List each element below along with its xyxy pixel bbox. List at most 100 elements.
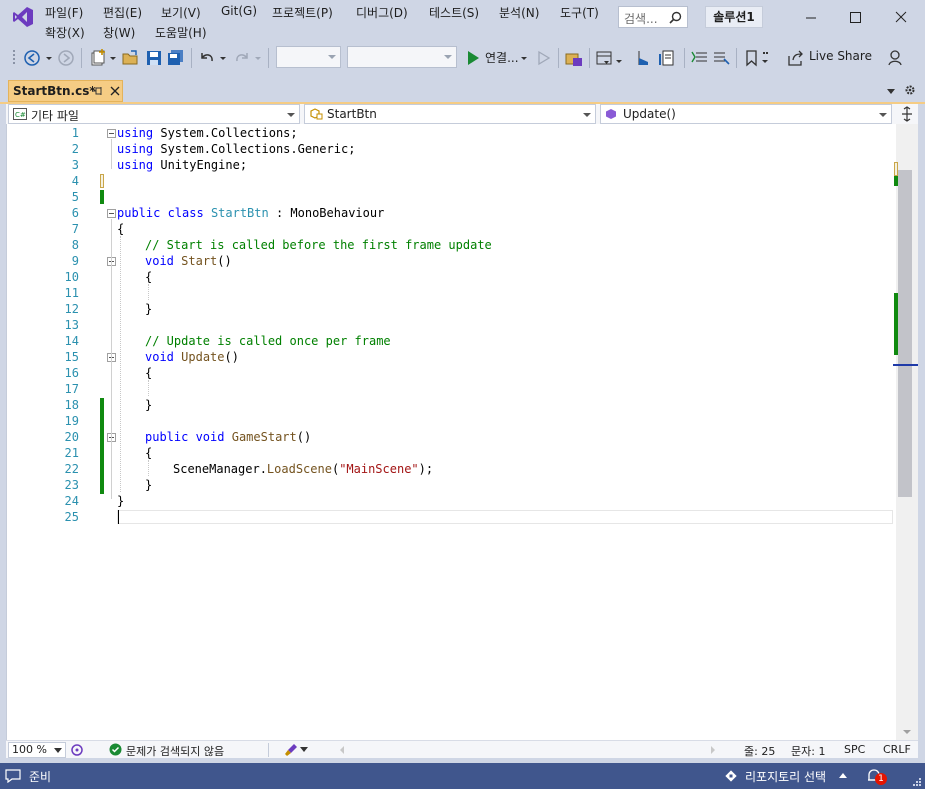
save-icon[interactable] [144, 48, 164, 68]
menu-debug[interactable]: 디버그(D) [356, 4, 408, 21]
run-button-label[interactable]: 연결... [485, 49, 519, 66]
line-number: 25 [64, 510, 79, 524]
line-number: 20 [64, 430, 79, 444]
status-bar: 준비 리포지토리 선택 1 [0, 763, 925, 789]
code-editor[interactable]: 1 2 3 4 5 6 7 8 9 10 11 12 13 14 15 16 1… [6, 124, 896, 740]
menu-test[interactable]: 테스트(S) [429, 4, 479, 21]
bookmark-icon[interactable] [742, 48, 762, 68]
comment-out-icon[interactable] [690, 48, 710, 68]
text-caret [118, 510, 119, 524]
whitespace-indicator[interactable]: SPC [844, 743, 865, 756]
live-share-label[interactable]: Live Share [809, 49, 872, 63]
maximize-button[interactable] [835, 4, 875, 30]
toolbar-overflow-icon[interactable] [760, 48, 770, 68]
line-number: 24 [64, 494, 79, 508]
undo-icon[interactable] [197, 48, 217, 68]
run-dropdown-icon[interactable] [519, 48, 529, 68]
code-cleanup-brush-icon[interactable] [284, 743, 298, 757]
platform-combo[interactable] [347, 46, 457, 68]
issues-status[interactable]: 문제가 검색되지 않음 [126, 743, 224, 759]
scrollbar-thumb[interactable] [898, 170, 912, 497]
line-number: 15 [64, 350, 79, 364]
scroll-down-icon[interactable] [902, 728, 912, 736]
menu-tools[interactable]: 도구(T) [560, 4, 599, 21]
scroll-left-icon[interactable] [339, 745, 345, 755]
intellicode-icon[interactable] [70, 743, 84, 757]
current-line-highlight [117, 510, 893, 524]
menu-edit[interactable]: 편집(E) [103, 4, 142, 21]
line-indicator[interactable]: 줄: 25 [744, 743, 775, 759]
step-over-icon[interactable] [657, 48, 677, 68]
line-number: 6 [71, 206, 79, 220]
line-number: 22 [64, 462, 79, 476]
line-number: 23 [64, 478, 79, 492]
code-line-7: { [117, 222, 125, 236]
fold-toggle-icon[interactable] [107, 209, 116, 218]
code-line-8: // Start is called before the first fram… [145, 238, 492, 252]
toolbar: 연결... Live Share [0, 44, 925, 72]
csharp-file-icon: C# [13, 108, 27, 120]
feedback-icon[interactable] [886, 48, 906, 68]
navigate-forward-icon [56, 48, 76, 68]
zoom-value: 100 % [12, 743, 47, 756]
fold-toggle-icon[interactable] [107, 129, 116, 138]
step-into-icon[interactable] [634, 48, 654, 68]
git-branch-icon[interactable] [724, 769, 738, 783]
solution-name-badge: 솔루션1 [705, 6, 763, 28]
save-all-icon[interactable] [166, 48, 186, 68]
menu-file[interactable]: 파일(F) [45, 4, 83, 21]
editor-status-row: 100 % 문제가 검색되지 않음 줄: 25 문자: 1 SPC CRLF [6, 740, 918, 758]
scroll-right-icon[interactable] [710, 745, 716, 755]
split-window-icon[interactable] [896, 104, 918, 124]
settings-gear-icon[interactable] [904, 84, 916, 96]
back-dropdown-icon[interactable] [44, 48, 54, 68]
class-combo[interactable]: StartBtn [304, 104, 596, 124]
member-combo-value: Update() [623, 107, 676, 121]
code-line-16: { [145, 366, 153, 380]
live-share-icon[interactable] [786, 48, 806, 68]
menu-git[interactable]: Git(G) [221, 4, 257, 18]
repository-dropdown-icon[interactable] [839, 773, 847, 779]
tab-list-dropdown-icon[interactable] [886, 86, 896, 96]
menu-project[interactable]: 프로젝트(P) [272, 4, 333, 21]
title-bar: 파일(F) 편집(E) 보기(V) Git(G) 프로젝트(P) 디버그(D) … [0, 0, 925, 44]
open-file-icon[interactable] [121, 48, 141, 68]
project-combo[interactable]: C# 기타 파일 [8, 104, 300, 124]
search-input[interactable]: 검색... [618, 6, 688, 28]
undo-dropdown-icon[interactable] [218, 48, 228, 68]
start-run-icon[interactable] [463, 48, 483, 68]
menu-extensions[interactable]: 확장(X) [45, 24, 85, 41]
tab-startbtn-cs[interactable]: StartBtn.cs* [8, 80, 123, 102]
line-number: 8 [71, 238, 79, 252]
pin-icon[interactable] [91, 85, 103, 97]
line-ending-indicator[interactable]: CRLF [883, 743, 911, 756]
select-repository-button[interactable]: 리포지토리 선택 [745, 768, 826, 785]
output-window-icon[interactable] [5, 769, 21, 783]
scrollbar-change-marker [894, 176, 898, 186]
navigate-back-icon[interactable] [22, 48, 42, 68]
code-line-14: // Update is called once per frame [145, 334, 391, 348]
tab-close-icon[interactable] [109, 85, 121, 97]
code-line-15: void Update() [145, 350, 239, 364]
close-button[interactable] [880, 4, 920, 30]
toolbar-grip[interactable] [12, 48, 16, 68]
zoom-combo[interactable]: 100 % [8, 742, 66, 758]
method-icon [605, 108, 619, 120]
uncomment-icon[interactable] [711, 48, 731, 68]
menu-view[interactable]: 보기(V) [161, 4, 201, 21]
menu-analyze[interactable]: 분석(N) [499, 4, 539, 21]
layout-dropdown-icon[interactable] [614, 48, 624, 68]
solution-explorer-icon[interactable] [564, 48, 584, 68]
member-combo[interactable]: Update() [600, 104, 892, 124]
resize-grip-icon[interactable] [912, 777, 922, 787]
minimize-button[interactable] [791, 4, 831, 30]
column-indicator[interactable]: 문자: 1 [791, 743, 825, 759]
menu-help[interactable]: 도움말(H) [155, 24, 207, 41]
class-icon [309, 108, 323, 120]
code-line-18: } [145, 398, 153, 412]
layout-icon[interactable] [594, 48, 614, 68]
configuration-combo[interactable] [276, 46, 341, 68]
new-project-icon[interactable] [88, 48, 108, 68]
new-dropdown-icon[interactable] [108, 48, 118, 68]
menu-window[interactable]: 창(W) [103, 24, 135, 41]
